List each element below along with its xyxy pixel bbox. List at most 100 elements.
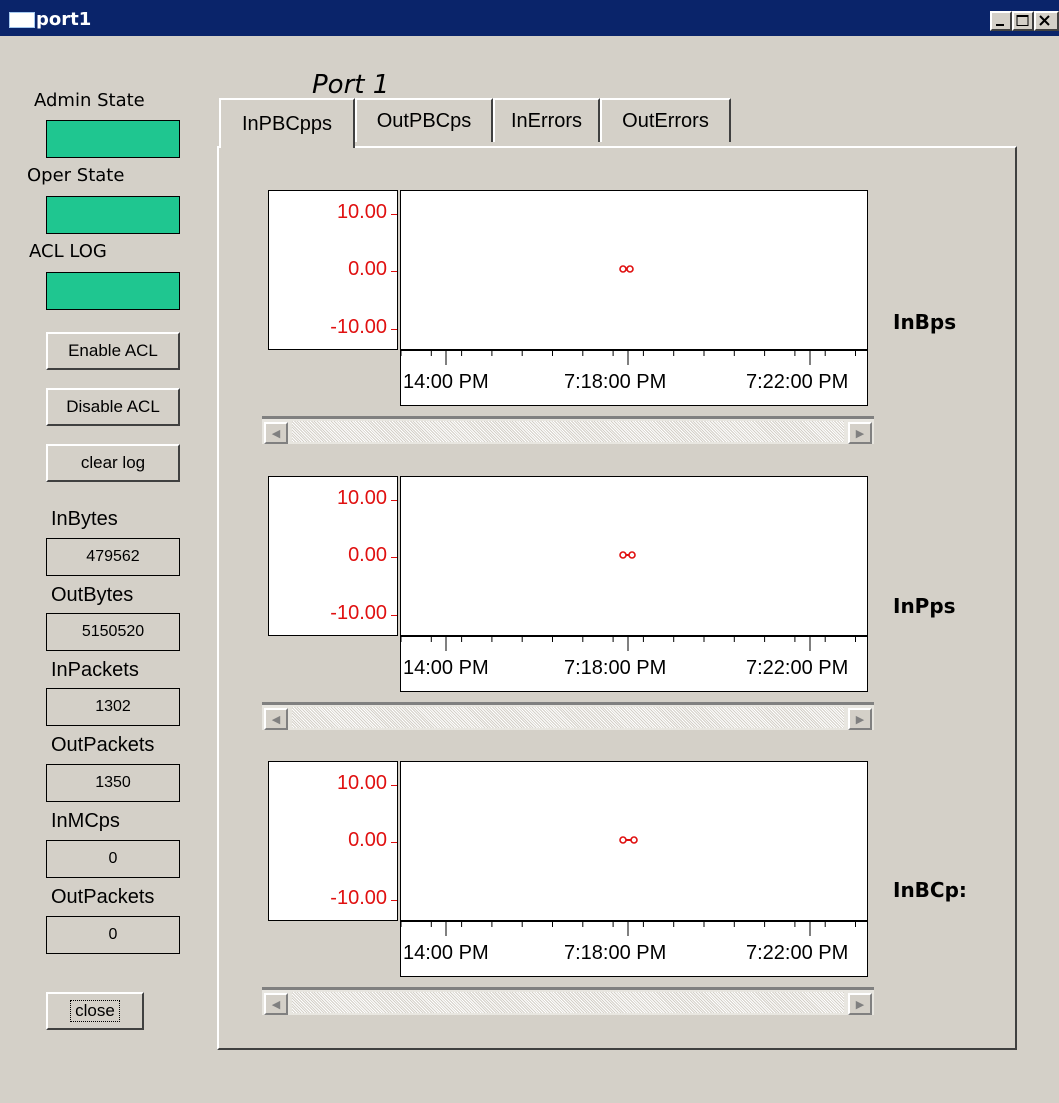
chart-series-label: InBCp: xyxy=(893,878,967,902)
y-tick-mark xyxy=(391,900,397,901)
x-tick-label: 14:00 PM xyxy=(403,942,489,964)
tab-outerrors[interactable]: OutErrors xyxy=(600,98,731,142)
maximize-button[interactable] xyxy=(1012,11,1034,31)
tab-inpbcpps[interactable]: InPBCpps xyxy=(219,98,355,148)
y-axis-box: 10.00 0.00 -10.00 xyxy=(268,190,398,350)
scrollbar-track[interactable] xyxy=(292,707,844,728)
counter-label: InPackets xyxy=(51,659,139,681)
y-tick-mark xyxy=(391,329,397,330)
oper-state-indicator xyxy=(46,196,180,234)
acl-log-label: ACL LOG xyxy=(29,241,107,262)
x-axis-box: 14:00 PM 7:18:00 PM 7:22:00 PM xyxy=(400,636,868,692)
counter-label: InMCps xyxy=(51,810,120,832)
y-tick-label: 10.00 xyxy=(336,487,387,509)
chart-series-label: InBps xyxy=(893,310,957,334)
minimize-button[interactable] xyxy=(990,11,1012,31)
chart-block: 10.00 0.00 -10.00 14:00 PM 7:18:00 PM 7:22:00… xyxy=(262,476,874,736)
chart-block: 10.00 0.00 -10.00 14:00 PM 7:18:00 PM 7:22:00… xyxy=(262,761,874,1021)
y-tick-label: 0.00 xyxy=(348,829,387,851)
scroll-right-icon[interactable]: ▶ xyxy=(848,708,872,730)
y-tick-label: -10.00 xyxy=(330,316,387,338)
tab-label: OutErrors xyxy=(622,109,709,132)
y-tick-mark xyxy=(391,557,397,558)
minimize-icon xyxy=(996,24,1004,26)
x-tick-label: 14:00 PM xyxy=(403,371,489,393)
disable-acl-button[interactable]: Disable ACL xyxy=(46,388,180,426)
enable-acl-button[interactable]: Enable ACL xyxy=(46,332,180,370)
scroll-left-icon[interactable]: ◀ xyxy=(264,993,288,1015)
y-tick-mark xyxy=(391,500,397,501)
plot-area xyxy=(400,190,868,350)
oper-state-label: Oper State xyxy=(27,165,125,186)
plot-area xyxy=(400,761,868,921)
x-tick-label: 7:18:00 PM xyxy=(564,371,667,393)
out-bytes-field: 5150520 xyxy=(46,613,180,651)
data-point xyxy=(619,836,627,844)
plot-area xyxy=(400,476,868,636)
acl-log-indicator xyxy=(46,272,180,310)
x-tick-label: 7:18:00 PM xyxy=(564,942,667,964)
window-icon xyxy=(9,12,35,28)
data-point xyxy=(626,265,634,273)
data-point xyxy=(630,836,638,844)
horizontal-scrollbar[interactable]: ◀ ▶ xyxy=(262,987,874,1015)
horizontal-scrollbar[interactable]: ◀ ▶ xyxy=(262,702,874,730)
x-axis-ticks xyxy=(401,922,856,936)
series-plot xyxy=(619,551,636,559)
scroll-right-icon[interactable]: ▶ xyxy=(848,422,872,444)
y-tick-mark xyxy=(391,842,397,843)
y-axis-box: 10.00 0.00 -10.00 xyxy=(268,761,398,921)
data-point xyxy=(628,551,636,559)
scrollbar-track[interactable] xyxy=(292,992,844,1013)
x-tick-label: 7:22:00 PM xyxy=(746,371,849,393)
scrollbar-track[interactable] xyxy=(292,421,844,442)
y-tick-mark xyxy=(391,785,397,786)
y-tick-label: 0.00 xyxy=(348,258,387,280)
in-mcps-field: 0 xyxy=(46,840,180,878)
in-bytes-field: 479562 xyxy=(46,538,180,576)
x-tick-label: 7:22:00 PM xyxy=(746,657,849,679)
counter-label: InBytes xyxy=(51,508,118,530)
window-title: port1 xyxy=(36,9,92,30)
counter-label: OutBytes xyxy=(51,584,134,606)
y-tick-label: -10.00 xyxy=(330,887,387,909)
y-axis-box: 10.00 0.00 -10.00 xyxy=(268,476,398,636)
close-window-button[interactable] xyxy=(1034,11,1059,31)
x-tick-label: 7:18:00 PM xyxy=(564,657,667,679)
maximize-icon xyxy=(1016,15,1029,26)
x-axis-box: 14:00 PM 7:18:00 PM 7:22:00 PM xyxy=(400,350,868,406)
close-button[interactable]: close xyxy=(46,992,144,1030)
y-tick-mark xyxy=(391,271,397,272)
y-tick-label: 0.00 xyxy=(348,544,387,566)
out-packets-field: 1350 xyxy=(46,764,180,802)
x-tick-label: 7:22:00 PM xyxy=(746,942,849,964)
close-button-label: close xyxy=(70,1000,120,1022)
tab-label: InErrors xyxy=(510,109,583,132)
scroll-left-icon[interactable]: ◀ xyxy=(264,708,288,730)
counter-label: OutPackets xyxy=(51,734,155,756)
x-axis-ticks xyxy=(401,351,856,365)
y-tick-mark xyxy=(391,615,397,616)
horizontal-scrollbar[interactable]: ◀ ▶ xyxy=(262,416,874,444)
chart-block: 10.00 0.00 -10.00 14:00 PM 7:18:00 PM 7:22:00… xyxy=(262,190,874,450)
counter-label: OutPackets xyxy=(51,886,155,908)
scroll-left-icon[interactable]: ◀ xyxy=(264,422,288,444)
tab-label: OutPBCps xyxy=(376,109,472,132)
close-icon xyxy=(1039,15,1050,26)
tab-label: InPBCpps xyxy=(241,112,333,135)
y-tick-label: 10.00 xyxy=(336,772,387,794)
x-axis-box: 14:00 PM 7:18:00 PM 7:22:00 PM xyxy=(400,921,868,977)
in-packets-field: 1302 xyxy=(46,688,180,726)
y-tick-label: -10.00 xyxy=(330,602,387,624)
x-tick-label: 14:00 PM xyxy=(403,657,489,679)
admin-state-indicator xyxy=(46,120,180,158)
chart-series-label: InPps xyxy=(893,594,956,618)
admin-state-label: Admin State xyxy=(34,90,145,111)
scroll-right-icon[interactable]: ▶ xyxy=(848,993,872,1015)
y-tick-label: 10.00 xyxy=(336,201,387,223)
tab-inerrors[interactable]: InErrors xyxy=(493,98,600,142)
series-plot xyxy=(619,265,634,273)
tab-outpbcps[interactable]: OutPBCps xyxy=(355,98,493,142)
clear-log-button[interactable]: clear log xyxy=(46,444,180,482)
y-tick-mark xyxy=(391,214,397,215)
